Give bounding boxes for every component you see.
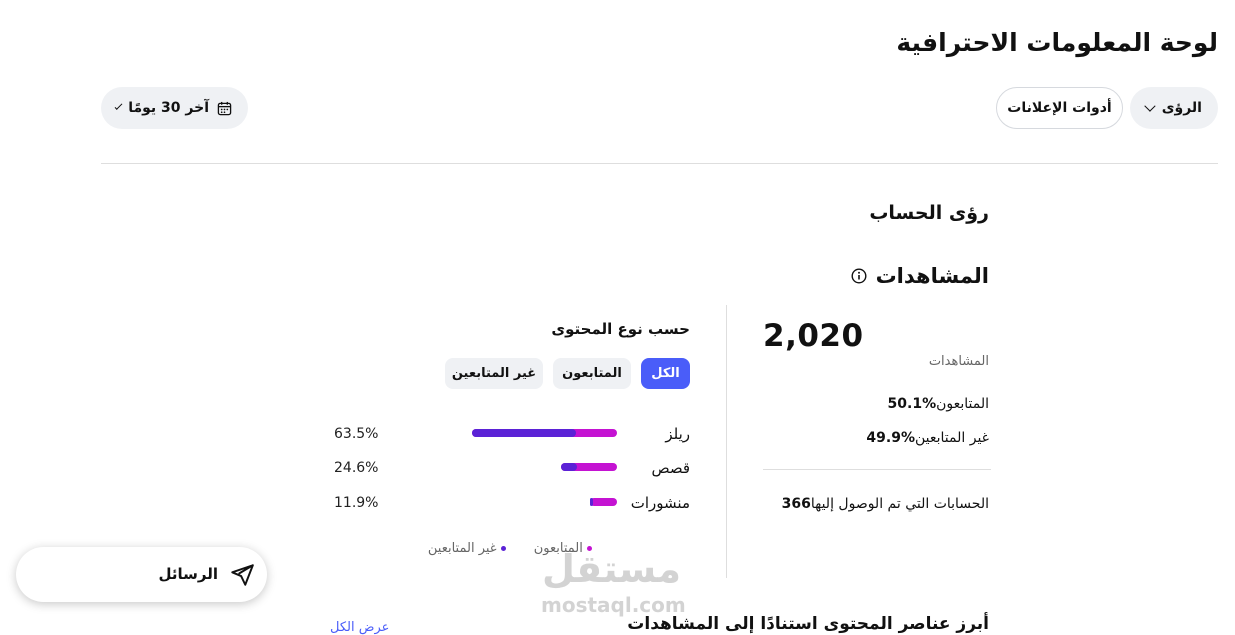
non-followers-stat: غير المتابعين%49.9 <box>866 430 989 446</box>
view-all-link[interactable]: عرض الكل <box>330 620 389 635</box>
legend-non-followers-label: غير المتابعين <box>427 541 497 556</box>
non-followers-bar <box>590 498 617 506</box>
legend-non-followers: غير المتابعين <box>428 541 506 556</box>
row-percent: 11.9% <box>334 495 379 511</box>
row-label: ريلز <box>665 425 690 443</box>
insights-label: الرؤى <box>1161 100 1202 116</box>
tab-all[interactable]: الكل <box>641 358 690 389</box>
top-content-title: أبرز عناصر المحتوى استنادًا إلى المشاهدا… <box>627 614 989 634</box>
column-divider <box>726 305 727 578</box>
stats-divider <box>763 469 991 470</box>
watermark-logo: مستقل <box>542 547 681 591</box>
total-views-value: 2,020 <box>763 318 864 354</box>
views-heading: المشاهدات <box>851 264 989 288</box>
followers-bar <box>561 463 577 471</box>
row-label: قصص <box>651 459 690 477</box>
non-followers-label: غير المتابعين <box>915 430 989 446</box>
calendar-icon <box>217 101 232 116</box>
accounts-reached-value: 366 <box>781 496 811 512</box>
header-divider <box>101 163 1218 164</box>
followers-bar <box>590 498 593 506</box>
followers-stat: المتابعون%50.1 <box>888 396 989 412</box>
insights-dropdown[interactable]: الرؤى <box>1130 87 1218 129</box>
followers-label: المتابعون <box>936 396 989 412</box>
row-percent: 24.6% <box>334 460 379 476</box>
total-views-label: المشاهدات <box>928 354 989 369</box>
content-type-title: حسب نوع المحتوى <box>551 320 690 338</box>
messages-label: الرسائل <box>158 565 218 583</box>
views-title: المشاهدات <box>875 264 989 288</box>
followers-bar <box>472 429 576 437</box>
followers-value: %50.1 <box>887 396 937 412</box>
row-percent: 63.5% <box>334 426 379 442</box>
chevron-down-icon <box>114 102 123 110</box>
page-title: لوحة المعلومات الاحترافية <box>896 28 1218 57</box>
info-icon[interactable] <box>851 268 867 284</box>
chevron-down-icon <box>1144 100 1156 112</box>
messages-button[interactable]: الرسائل <box>16 547 267 602</box>
non-followers-dot-icon <box>500 546 506 551</box>
send-icon <box>229 562 255 592</box>
tab-followers[interactable]: المتابعون <box>553 358 631 389</box>
date-range-label: آخر 30 يومًا <box>128 100 209 116</box>
tab-non-followers[interactable]: غير المتابعين <box>445 358 543 389</box>
ads-tools-label: أدوات الإعلانات <box>1007 100 1112 116</box>
non-followers-value: %49.9 <box>866 430 915 446</box>
accounts-reached-stat: الحسابات التي تم الوصول إليها366 <box>782 496 989 512</box>
section-title: رؤى الحساب <box>869 202 989 224</box>
row-label: منشورات <box>630 494 690 512</box>
date-range-dropdown[interactable]: آخر 30 يومًا <box>101 87 248 129</box>
accounts-reached-label: الحسابات التي تم الوصول إليها <box>810 496 989 512</box>
ads-tools-button[interactable]: أدوات الإعلانات <box>996 87 1123 129</box>
